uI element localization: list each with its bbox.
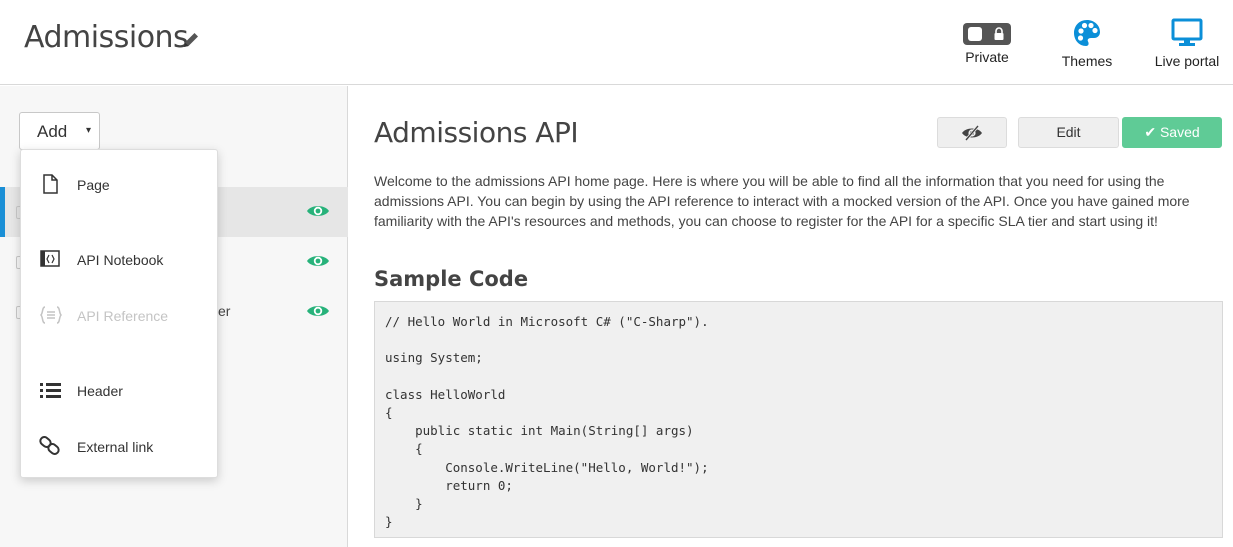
menu-item-label: External link bbox=[77, 439, 154, 455]
live-portal-button[interactable]: Live portal bbox=[1149, 18, 1225, 69]
saved-button[interactable]: ✔ Saved bbox=[1122, 117, 1222, 148]
edit-button[interactable]: Edit bbox=[1018, 117, 1119, 148]
private-label: Private bbox=[965, 49, 1009, 65]
menu-item-label: API Reference bbox=[77, 308, 169, 324]
eye-icon[interactable] bbox=[306, 302, 330, 320]
menu-item-label: Header bbox=[77, 383, 123, 399]
themes-label: Themes bbox=[1061, 53, 1113, 69]
sidebar-item-label: er bbox=[218, 303, 231, 319]
private-toggle[interactable]: Private bbox=[958, 18, 1016, 65]
eye-icon[interactable] bbox=[306, 252, 330, 270]
menu-item-api-reference: API Reference bbox=[21, 295, 219, 335]
menu-item-label: Page bbox=[77, 177, 110, 193]
pencil-icon[interactable] bbox=[181, 30, 201, 50]
add-dropdown-button[interactable]: Add ▾ bbox=[19, 112, 100, 150]
live-portal-label: Live portal bbox=[1154, 53, 1220, 69]
intro-text: Welcome to the admissions API home page.… bbox=[374, 173, 1190, 229]
menu-item-header[interactable]: Header bbox=[21, 370, 219, 410]
menu-item-api-notebook[interactable]: API Notebook bbox=[21, 239, 219, 279]
main-content: Admissions API Edit ✔ Saved Welcome to t… bbox=[349, 86, 1233, 547]
themes-button[interactable]: Themes bbox=[1058, 18, 1116, 69]
menu-item-page[interactable]: Page bbox=[21, 164, 219, 204]
content-title: Admissions API bbox=[374, 116, 579, 149]
top-bar: Admissions Private Themes Live portal bbox=[0, 0, 1233, 85]
link-icon bbox=[39, 436, 60, 455]
monitor-icon[interactable] bbox=[1171, 18, 1203, 48]
palette-icon[interactable] bbox=[1072, 18, 1102, 48]
menu-item-external-link[interactable]: External link bbox=[21, 426, 219, 466]
eye-slash-icon bbox=[962, 125, 982, 142]
page-icon bbox=[43, 174, 58, 194]
notebook-icon bbox=[40, 250, 60, 267]
api-reference-icon bbox=[39, 306, 63, 324]
section-title: Sample Code bbox=[374, 267, 529, 291]
page-title: Admissions bbox=[24, 20, 189, 55]
code-block: // Hello World in Microsoft C# ("C-Sharp… bbox=[374, 301, 1223, 538]
eye-icon[interactable] bbox=[306, 202, 330, 220]
lock-toggle-icon[interactable] bbox=[963, 23, 1011, 45]
add-label: Add bbox=[37, 122, 68, 141]
visibility-toggle-button[interactable] bbox=[937, 117, 1007, 148]
menu-item-label: API Notebook bbox=[77, 252, 164, 268]
active-indicator bbox=[0, 187, 5, 237]
list-icon bbox=[40, 383, 61, 398]
caret-down-icon: ▾ bbox=[85, 125, 91, 136]
add-dropdown-menu: Page API Notebook API Reference Header E… bbox=[20, 149, 218, 478]
